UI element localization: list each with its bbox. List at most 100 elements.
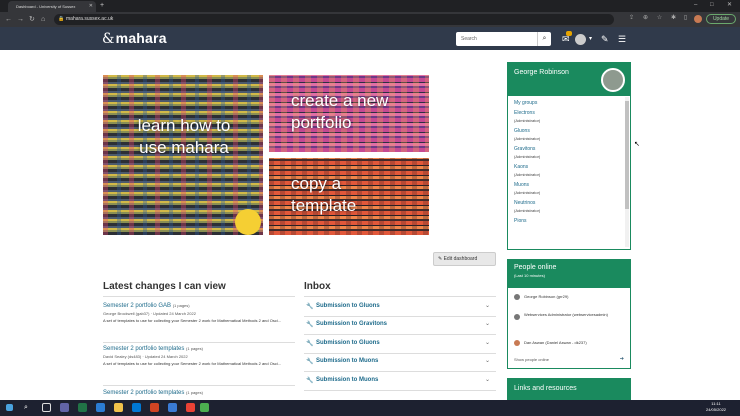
divider [103, 385, 295, 386]
avatar [514, 340, 520, 346]
mahara-logo[interactable]: &mahara [102, 30, 167, 47]
person-name: Dan Aswan (Daniel Aswan - dk237) [524, 340, 587, 346]
list-item[interactable]: Dan Aswan (Daniel Aswan - dk237) [514, 340, 587, 346]
group-link[interactable]: Muons [514, 182, 529, 188]
group-link[interactable]: Electrons [514, 110, 535, 116]
new-tab-icon[interactable]: + [100, 0, 104, 12]
inbox-item[interactable]: 🔧 Submission to Gluons ⌄ [304, 299, 496, 317]
windows-start-icon[interactable] [6, 404, 13, 411]
close-tab-icon[interactable]: ✕ [89, 1, 93, 12]
tile-learn-mahara[interactable]: learn how to use mahara [103, 75, 263, 235]
word-icon[interactable] [168, 403, 177, 412]
list-item[interactable]: George Robinson (grr29) [514, 294, 568, 300]
minimize-icon[interactable]: – [694, 0, 697, 11]
change-title-link[interactable]: Semester 2 portfolio templates [103, 390, 184, 396]
group-link[interactable]: Kaons [514, 164, 528, 170]
home-icon[interactable]: ⌂ [41, 14, 45, 25]
group-link[interactable]: Gravitons [514, 146, 535, 152]
search-input[interactable]: Search [461, 32, 477, 46]
inbox-item[interactable]: 🔧 Submission to Gravitons ⌄ [304, 317, 496, 335]
user-avatar-icon[interactable] [575, 34, 586, 45]
inbox-item-label: Submission to Muons [316, 358, 379, 364]
windows-taskbar: ⌕ [0, 400, 740, 416]
bookmark-star-icon[interactable]: ☆ [656, 15, 663, 22]
divider [103, 342, 295, 343]
profile-name[interactable]: George Robinson [514, 69, 569, 76]
chevron-down-icon[interactable]: ⌄ [485, 339, 490, 346]
scrollbar-thumb[interactable] [625, 101, 629, 209]
admin-wrench-icon[interactable]: ✎ [601, 32, 609, 46]
reload-icon[interactable]: ↻ [29, 14, 35, 25]
mouse-cursor-icon: ↖ [634, 141, 640, 148]
chrome-icon[interactable] [186, 403, 195, 412]
sidebar-icon[interactable]: ▯ [682, 15, 689, 22]
group-link[interactable]: Gluons [514, 128, 530, 134]
group-item: Electrons (Administrator) [514, 110, 540, 125]
close-window-icon[interactable]: ✕ [727, 0, 732, 11]
change-title-link[interactable]: Semester 2 portfolio GAB [103, 303, 171, 309]
teams-icon[interactable] [60, 403, 69, 412]
extensions-icon[interactable]: ✱ [670, 15, 677, 22]
inbox-item-label: Submission to Gluons [316, 303, 380, 309]
list-item[interactable]: Webservices Administrator (webservicesad… [514, 312, 614, 320]
taskbar-search-icon[interactable]: ⌕ [24, 403, 33, 412]
group-link[interactable]: Neutrinos [514, 200, 535, 206]
show-people-online-link[interactable]: Show people online [514, 357, 549, 362]
excel-icon[interactable] [78, 403, 87, 412]
inbox-item[interactable]: 🔧 Submission to Muons ⌄ [304, 373, 496, 391]
inbox-item[interactable]: 🔧 Submission to Gluons ⌄ [304, 336, 496, 354]
main-menu-icon[interactable]: ☰ [618, 32, 626, 46]
groups-scrollbar[interactable] [625, 97, 629, 247]
profile-picture[interactable] [601, 68, 625, 92]
my-groups-heading[interactable]: My groups [514, 100, 540, 107]
change-meta: David Sealey (ds483) · Updated 24 March … [103, 354, 188, 359]
site-search: Search ⌕ [456, 32, 551, 46]
chevron-down-icon[interactable]: ⌄ [485, 376, 490, 383]
tile-copy-template[interactable]: copy a template [269, 158, 429, 235]
edge-icon[interactable] [96, 403, 105, 412]
wrench-icon: 🔧 [306, 341, 314, 347]
browser-tab[interactable]: Dashboard - University of Sussex ✕ [8, 1, 96, 12]
wrench-icon: 🔧 [306, 378, 314, 384]
avatar [514, 294, 520, 300]
tile-learn-label: learn how to use mahara [137, 116, 231, 157]
logo-text: mahara [115, 30, 167, 46]
search-icon[interactable]: ⌕ [537, 32, 551, 46]
inbox-item-label: Submission to Gluons [316, 340, 380, 346]
edit-dashboard-button[interactable]: ✎ Edit dashboard [433, 252, 496, 266]
chevron-down-icon[interactable]: ⌄ [485, 302, 490, 309]
list-item: Semester 2 portfolio templates (1 pages) [103, 390, 295, 396]
update-button[interactable]: Update [706, 14, 736, 24]
maximize-icon[interactable]: □ [710, 0, 714, 11]
chevron-down-icon[interactable]: ⌄ [485, 320, 490, 327]
outlook-icon[interactable] [132, 403, 141, 412]
change-title-link[interactable]: Semester 2 portfolio templates [103, 346, 184, 352]
browser-profile-avatar[interactable] [694, 15, 702, 23]
change-meta: George Brockwell (gab37) · Updated 24 Ma… [103, 311, 196, 316]
pencil-icon: ✎ [438, 256, 443, 262]
links-resources-block: Links and resources [507, 378, 631, 401]
people-online-subtitle: (Last 10 minutes) [514, 273, 545, 278]
group-item: Gravitons (Administrator) [514, 146, 540, 161]
taskbar-clock[interactable]: 11:11 24/05/2022 [706, 401, 726, 413]
chevron-down-icon[interactable]: ▾ [589, 32, 592, 46]
app-icon[interactable] [200, 403, 209, 412]
share-icon[interactable]: ⇪ [628, 15, 635, 22]
powerpoint-icon[interactable] [150, 403, 159, 412]
file-explorer-icon[interactable] [114, 403, 123, 412]
tile-create-portfolio[interactable]: create a new portfolio [269, 75, 429, 152]
divider [103, 296, 295, 297]
forward-icon[interactable]: → [17, 14, 24, 25]
group-link[interactable]: Pions [514, 218, 527, 224]
tile-copy-label: copy a template [291, 174, 357, 215]
address-bar[interactable]: 🔒 mahara.sussex.ac.uk [54, 14, 614, 25]
inbox-item-label: Submission to Muons [316, 377, 379, 383]
zoom-icon[interactable]: ⊕ [642, 15, 649, 22]
arrow-right-icon[interactable]: ➔ [620, 356, 624, 362]
chevron-down-icon[interactable]: ⌄ [485, 357, 490, 364]
back-icon[interactable]: ← [5, 14, 12, 25]
group-role: (Administrator) [514, 154, 541, 159]
people-online-block: People online (Last 10 minutes) George R… [507, 259, 631, 369]
inbox-item[interactable]: 🔧 Submission to Muons ⌄ [304, 354, 496, 372]
task-view-icon[interactable] [42, 403, 51, 412]
